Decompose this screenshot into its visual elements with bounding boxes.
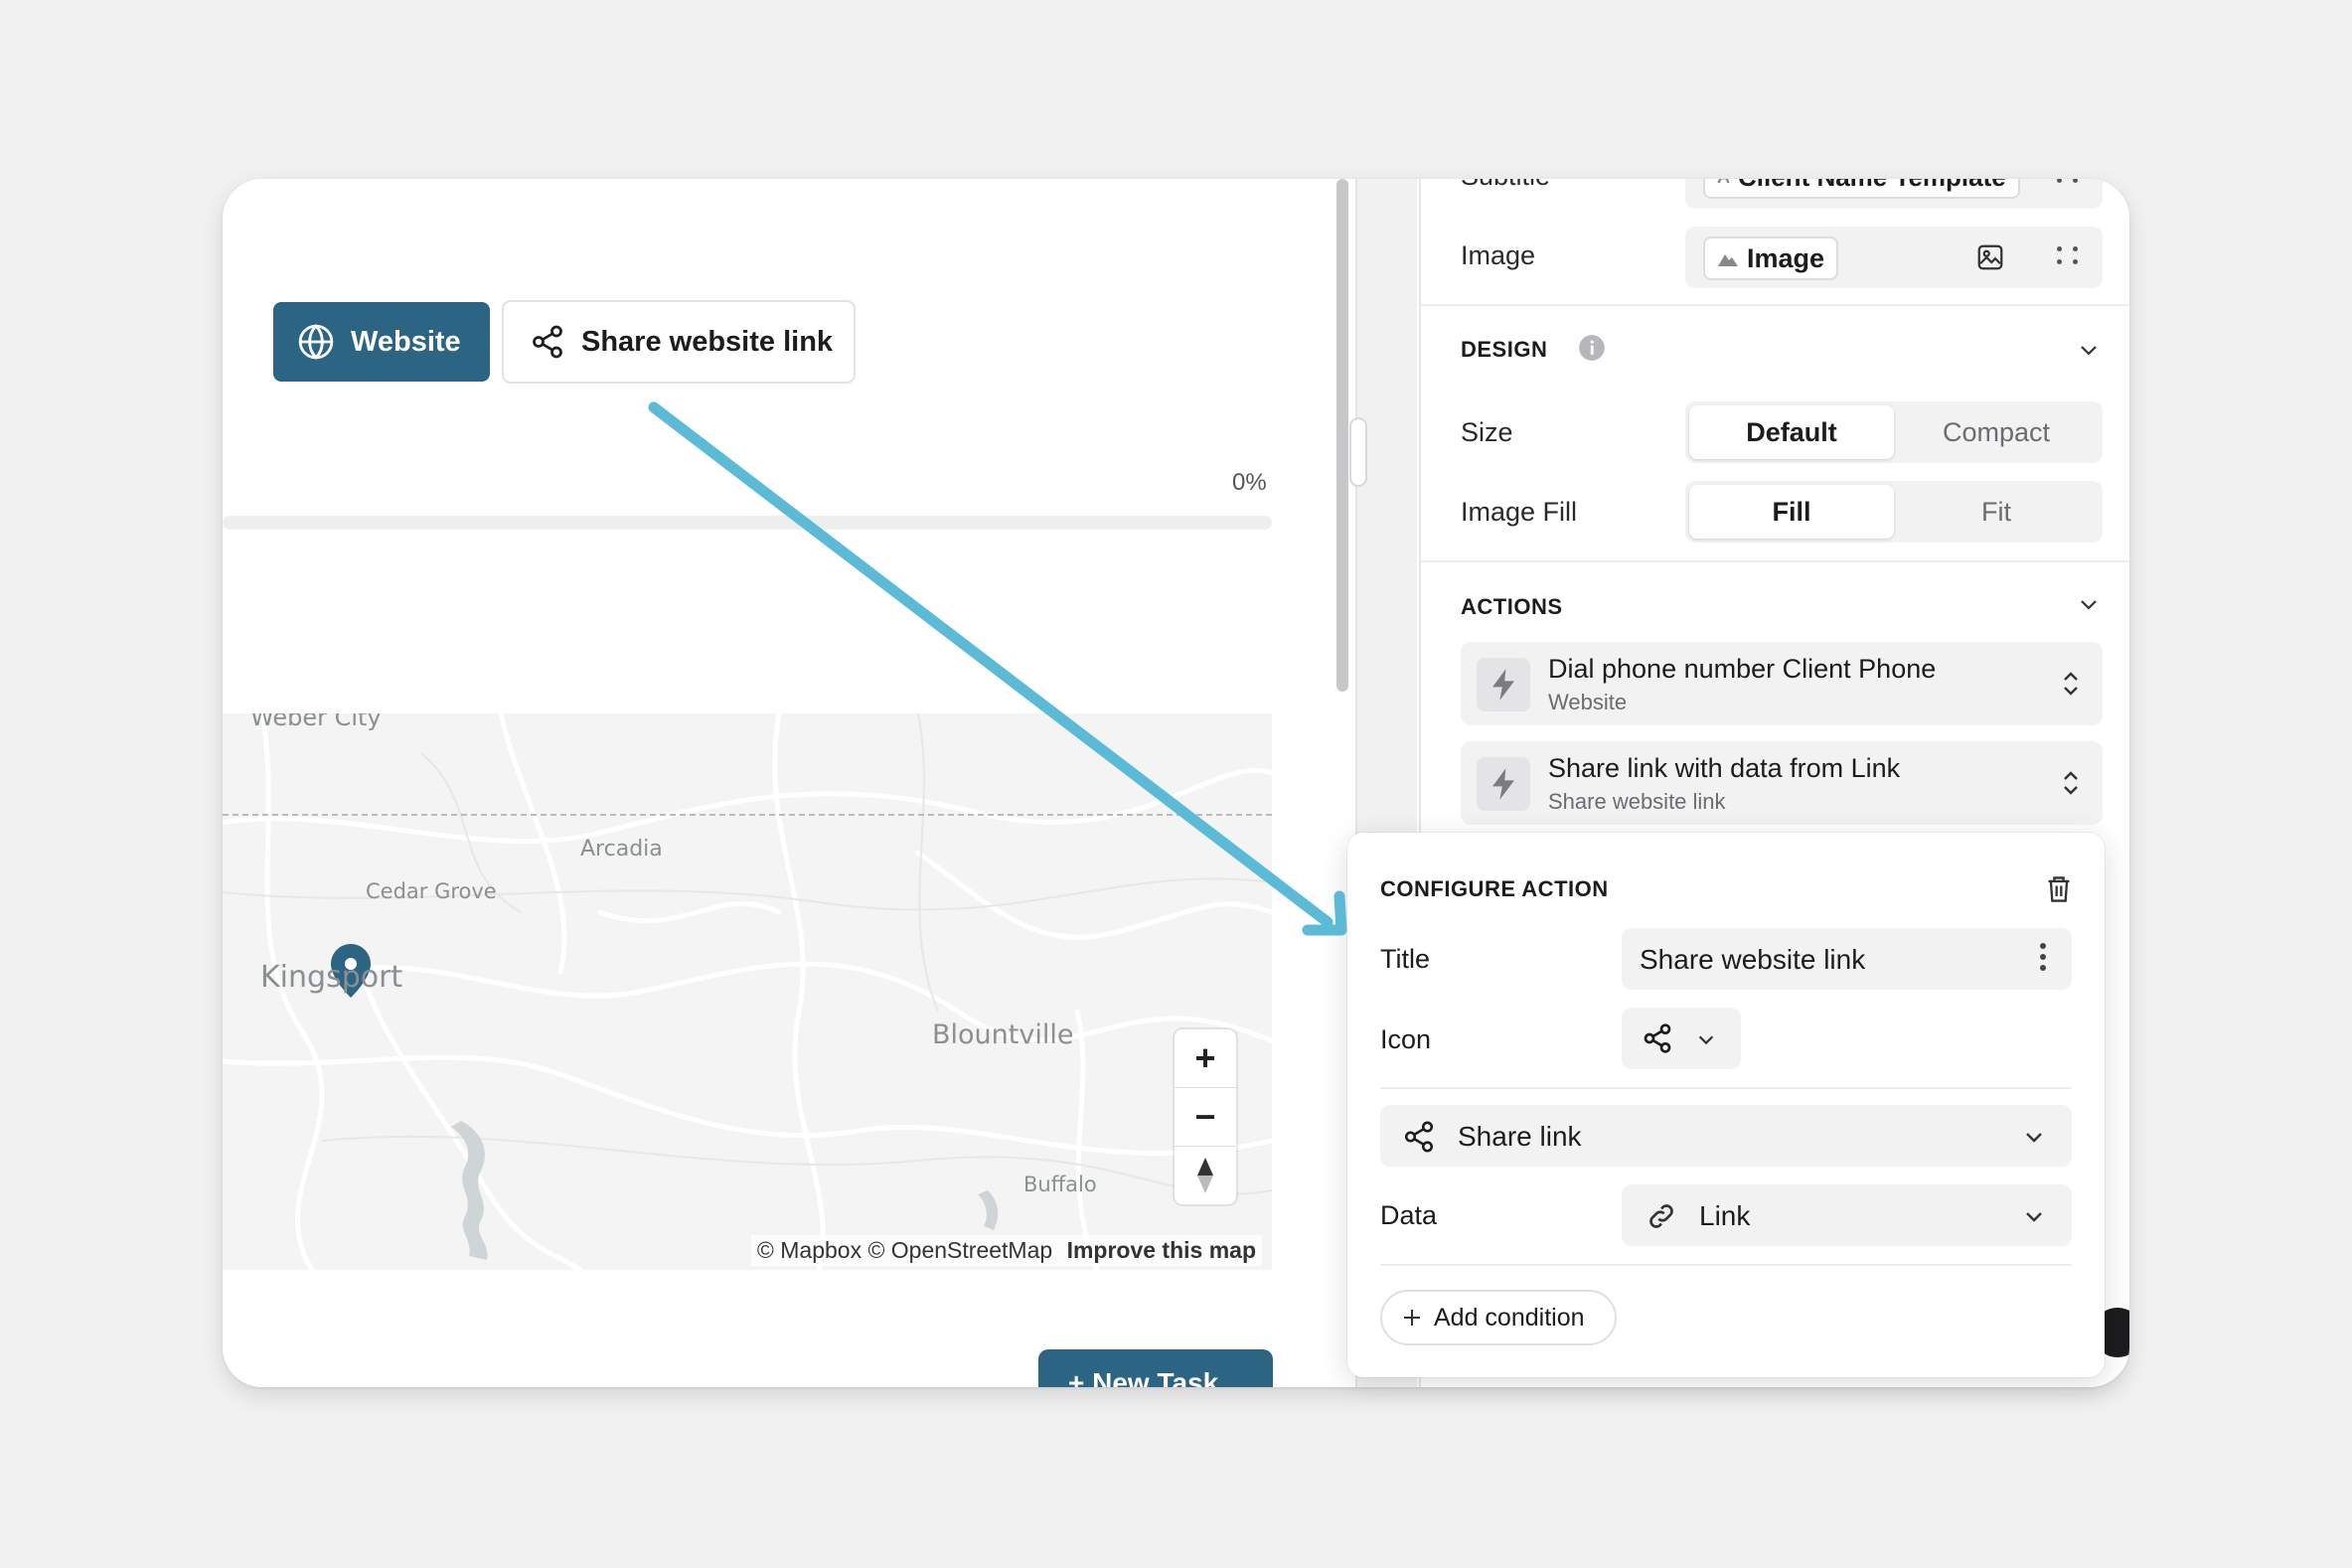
chevron-down-icon xyxy=(1698,1035,1714,1045)
action-subtitle: Website xyxy=(1548,690,1628,714)
preview-canvas: Website Share website link 0% Weber City… xyxy=(223,179,1330,1387)
map-label-buffalo: Buffalo xyxy=(1023,1173,1097,1196)
chevron-up-down-icon[interactable] xyxy=(2061,767,2081,799)
image-field[interactable]: Image xyxy=(1685,227,2103,288)
zoom-in-button[interactable]: + xyxy=(1175,1029,1236,1088)
divider xyxy=(1421,560,2129,562)
image-label: Image xyxy=(1461,240,1536,270)
map-view[interactable]: Weber City Arcadia Cedar Grove Kingsport… xyxy=(223,713,1272,1270)
title-label: Title xyxy=(1380,944,1431,974)
share-website-link-button[interactable]: Share website link xyxy=(502,300,856,384)
website-button[interactable]: Website xyxy=(273,302,490,382)
image-chip[interactable]: Image xyxy=(1703,236,1839,280)
configure-action-popover: CONFIGURE ACTION Title Share website lin… xyxy=(1347,833,2105,1377)
share-icon xyxy=(533,325,562,359)
website-button-label: Website xyxy=(351,325,461,358)
compass-button[interactable] xyxy=(1175,1147,1236,1204)
map-attribution: © Mapbox © OpenStreetMap Improve this ma… xyxy=(750,1235,1262,1266)
data-select[interactable]: Link xyxy=(1622,1184,2072,1246)
actions-section-title: ACTIONS xyxy=(1461,594,1563,619)
map-label-kingsport: Kingsport xyxy=(260,960,403,995)
map-label-arcadia: Arcadia xyxy=(580,837,663,862)
lightning-icon xyxy=(1492,768,1514,800)
icon-label: Icon xyxy=(1380,1024,1432,1054)
icon-picker[interactable] xyxy=(1622,1008,1741,1069)
chevron-down-icon xyxy=(2026,1133,2042,1143)
chevron-up-down-icon[interactable] xyxy=(2061,668,2081,700)
size-option-default[interactable]: Default xyxy=(1689,405,1894,459)
divider xyxy=(1380,1264,2072,1266)
subtitle-field[interactable]: A Client Name Template xyxy=(1685,179,2103,209)
size-segmented-control: Default Compact xyxy=(1685,401,2103,463)
improve-map-link[interactable]: Improve this map xyxy=(1067,1237,1256,1263)
new-task-button[interactable]: + New Task xyxy=(1038,1349,1273,1387)
action-type-value: Share link xyxy=(1458,1121,1582,1152)
share-button-label: Share website link xyxy=(581,325,834,358)
configure-action-title: CONFIGURE ACTION xyxy=(1380,876,1609,901)
subtitle-label: Subtitle xyxy=(1461,179,1550,192)
divider xyxy=(1421,304,2129,306)
action-icon xyxy=(1477,658,1530,711)
image-fill-option-fill[interactable]: Fill xyxy=(1689,485,1894,539)
image-fill-option-fit[interactable]: Fit xyxy=(1894,485,2099,539)
trash-icon[interactable] xyxy=(2045,874,2073,904)
chevron-down-icon[interactable] xyxy=(2077,592,2101,616)
map-zoom-controls: + − xyxy=(1175,1029,1236,1204)
lightning-icon xyxy=(1492,669,1514,701)
info-icon[interactable] xyxy=(1578,334,1606,362)
progress-percent: 0% xyxy=(1232,469,1267,496)
more-vertical-icon[interactable] xyxy=(2040,943,2046,971)
size-option-compact[interactable]: Compact xyxy=(1894,405,2099,459)
action-title: Share link with data from Link xyxy=(1548,753,1901,783)
drag-handle-icon[interactable] xyxy=(2057,246,2079,264)
data-value: Link xyxy=(1699,1200,1751,1231)
action-item[interactable]: Dial phone number Client Phone Website xyxy=(1461,642,2103,725)
image-fill-segmented-control: Fill Fit xyxy=(1685,481,2103,543)
action-title: Dial phone number Client Phone xyxy=(1548,654,1937,684)
design-section-title: DESIGN xyxy=(1461,337,1548,362)
action-icon xyxy=(1477,757,1530,811)
image-picker-icon[interactable] xyxy=(1975,242,2005,272)
image-value: Image xyxy=(1747,242,1825,273)
share-icon xyxy=(1404,1121,1434,1153)
divider xyxy=(1380,1087,2072,1089)
plus-icon xyxy=(1404,1310,1420,1326)
drag-handle-icon[interactable] xyxy=(2057,179,2079,183)
size-label: Size xyxy=(1461,417,1513,447)
map-label-weber-city: Weber City xyxy=(250,713,382,731)
map-label-blountville: Blountville xyxy=(932,1019,1074,1050)
add-condition-button[interactable]: Add condition xyxy=(1380,1290,1617,1345)
action-type-select[interactable]: Share link xyxy=(1380,1105,2072,1167)
chevron-down-icon xyxy=(2026,1212,2042,1222)
mountain-icon xyxy=(1718,254,1738,266)
map-label-cedar-grove: Cedar Grove xyxy=(366,879,497,903)
action-item[interactable]: Share link with data from Link Share web… xyxy=(1461,741,2103,825)
resize-handle[interactable] xyxy=(1349,417,1367,487)
text-template-icon: A xyxy=(1717,179,1730,188)
globe-icon xyxy=(298,324,334,360)
subtitle-value: Client Name Template xyxy=(1738,179,2006,193)
add-condition-label: Add condition xyxy=(1434,1303,1585,1332)
title-value: Share website link xyxy=(1640,944,1866,975)
compass-icon xyxy=(1197,1158,1213,1193)
attribution-text: © Mapbox © OpenStreetMap xyxy=(756,1237,1053,1263)
action-subtitle: Share website link xyxy=(1548,789,1726,814)
link-icon xyxy=(1649,1204,1673,1228)
zoom-out-button[interactable]: − xyxy=(1175,1088,1236,1147)
data-label: Data xyxy=(1380,1200,1438,1230)
chevron-down-icon[interactable] xyxy=(2077,338,2101,362)
progress-bar xyxy=(223,516,1272,530)
image-fill-label: Image Fill xyxy=(1461,497,1578,527)
share-icon xyxy=(1644,1023,1671,1053)
title-input[interactable]: Share website link xyxy=(1622,928,2072,990)
subtitle-chip[interactable]: A Client Name Template xyxy=(1703,179,2020,199)
